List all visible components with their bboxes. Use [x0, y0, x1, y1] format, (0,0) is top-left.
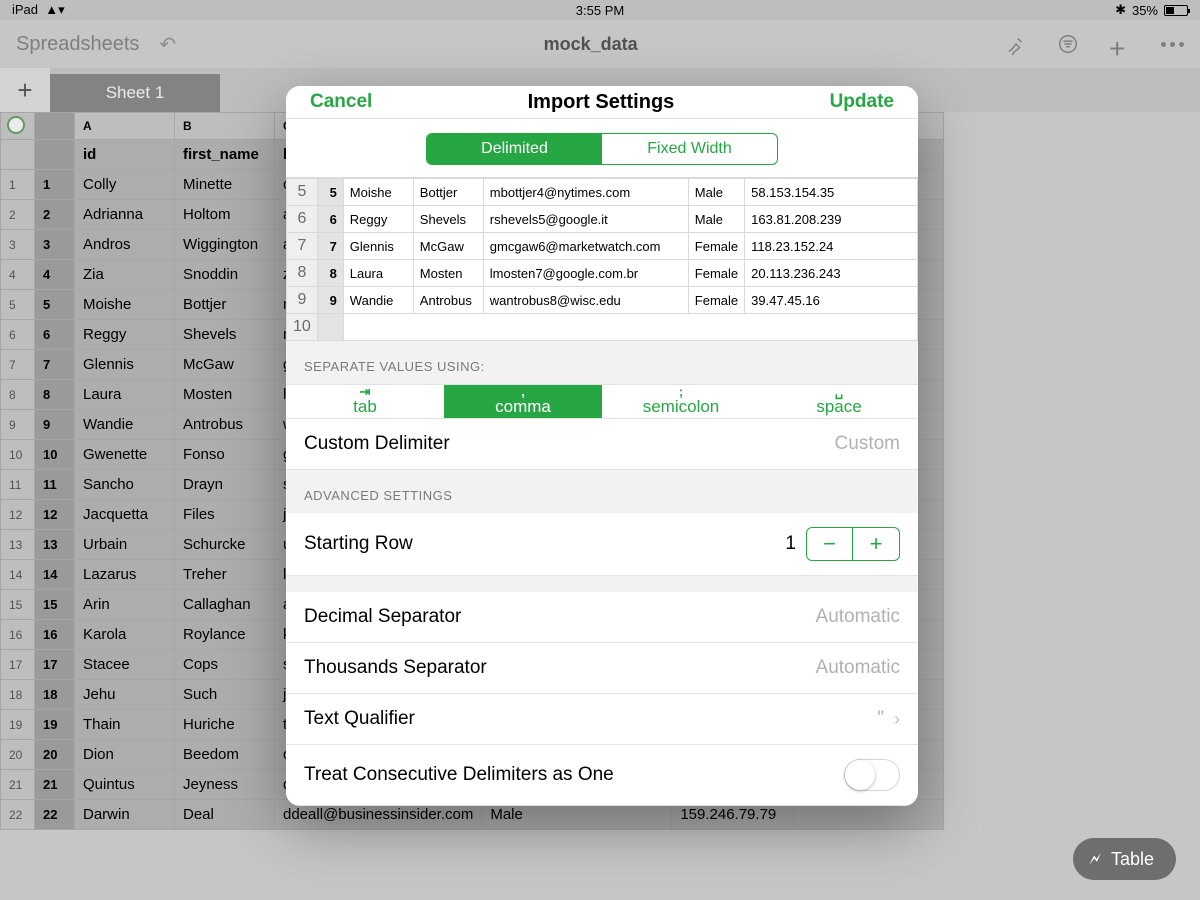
seg-fixed-label: Fixed Width — [647, 140, 731, 158]
custom-delimiter-row[interactable]: Custom Delimiter Custom — [286, 419, 918, 470]
starting-row-row: Starting Row 1 − + — [286, 513, 918, 576]
thousands-separator-label: Thousands Separator — [304, 657, 487, 679]
delim-tab-label: tab — [353, 397, 377, 417]
separate-values-title: Separate values using: — [286, 341, 918, 384]
setting-gap — [286, 576, 918, 592]
modal-header: Cancel Import Settings Update — [286, 86, 918, 119]
thousands-separator-row[interactable]: Thousands Separator Automatic — [286, 643, 918, 694]
space-glyph: ␣ — [835, 387, 843, 397]
table-fab[interactable]: 🗲 Table — [1073, 838, 1176, 880]
delim-comma-label: comma — [495, 397, 551, 417]
format-segmented-control[interactable]: Delimited Fixed Width — [426, 133, 778, 165]
update-button[interactable]: Update — [830, 91, 894, 113]
text-qualifier-label: Text Qualifier — [304, 708, 415, 730]
step-minus-button[interactable]: − — [807, 528, 853, 560]
seg-delimited[interactable]: Delimited — [427, 134, 602, 164]
bolt-icon: 🗲 — [1089, 849, 1101, 870]
decimal-separator-value: Automatic — [816, 606, 900, 628]
seg-delimited-label: Delimited — [481, 140, 548, 158]
thousands-separator-value: Automatic — [816, 657, 900, 679]
custom-delimiter-value: Custom — [835, 433, 900, 455]
decimal-separator-label: Decimal Separator — [304, 606, 461, 628]
seg-fixed-width[interactable]: Fixed Width — [602, 134, 777, 164]
starting-row-value: 1 — [785, 533, 796, 555]
delim-semicolon[interactable]: ;semicolon — [602, 385, 760, 418]
import-settings-modal: Cancel Import Settings Update Delimited … — [286, 86, 918, 806]
tab-glyph: ⇥ — [360, 387, 371, 397]
modal-title: Import Settings — [528, 91, 675, 114]
delim-semicolon-label: semicolon — [643, 397, 720, 417]
delimiter-options: ⇥tab ,comma ;semicolon ␣space — [286, 384, 918, 419]
fab-label: Table — [1111, 849, 1154, 870]
delim-space[interactable]: ␣space — [760, 385, 918, 418]
text-qualifier-value: " — [877, 708, 884, 730]
cancel-button[interactable]: Cancel — [310, 91, 372, 113]
comma-glyph: , — [521, 387, 525, 397]
delim-comma[interactable]: ,comma — [444, 385, 602, 418]
starting-row-label: Starting Row — [304, 533, 413, 555]
treat-consecutive-label: Treat Consecutive Delimiters as One — [304, 764, 614, 786]
semicolon-glyph: ; — [679, 387, 683, 397]
custom-delimiter-label: Custom Delimiter — [304, 433, 450, 455]
text-qualifier-row[interactable]: Text Qualifier " › — [286, 694, 918, 745]
import-preview-table: 55MoisheBottjermbottjer4@nytimes.comMale… — [286, 177, 918, 341]
starting-row-stepper[interactable]: − + — [806, 527, 900, 561]
delim-tab[interactable]: ⇥tab — [286, 385, 444, 418]
treat-consecutive-row: Treat Consecutive Delimiters as One — [286, 745, 918, 806]
treat-consecutive-switch[interactable] — [844, 759, 900, 791]
step-plus-button[interactable]: + — [853, 528, 899, 560]
advanced-settings-title: Advanced Settings — [286, 470, 918, 513]
delim-space-label: space — [816, 397, 861, 417]
chevron-right-icon: › — [894, 709, 900, 730]
decimal-separator-row[interactable]: Decimal Separator Automatic — [286, 592, 918, 643]
